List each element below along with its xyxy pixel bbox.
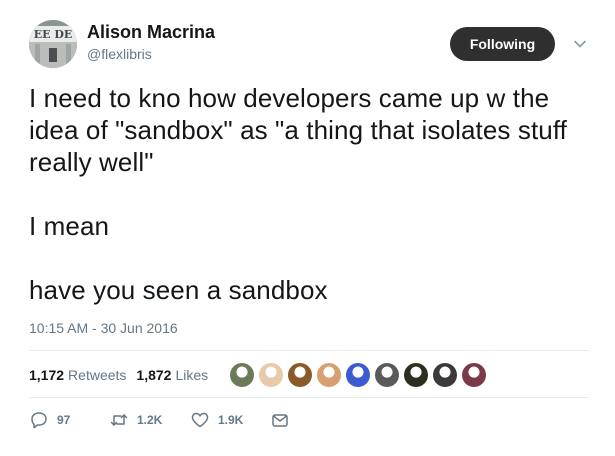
tweet-text: I need to kno how developers came up w t… bbox=[29, 82, 599, 306]
envelope-icon bbox=[272, 414, 288, 427]
caret-down-icon[interactable] bbox=[572, 36, 588, 52]
likes-count: 1,872 bbox=[136, 367, 172, 383]
direct-message-button[interactable] bbox=[270, 410, 290, 430]
heart-icon bbox=[191, 412, 209, 428]
tweet-paragraph: I mean bbox=[29, 211, 110, 241]
tweet-paragraph: have you seen a sandbox bbox=[29, 275, 328, 305]
reply-icon bbox=[31, 412, 47, 429]
avatar[interactable]: EE DE bbox=[29, 20, 77, 68]
likes-label: Likes bbox=[175, 367, 209, 383]
liker-avatar[interactable] bbox=[462, 363, 486, 387]
reply-count: 97 bbox=[57, 413, 71, 427]
tweet-timestamp[interactable]: 10:15 AM - 30 Jun 2016 bbox=[29, 320, 178, 336]
avatar-sign-text: EE DE bbox=[34, 28, 73, 41]
user-handle[interactable]: @flexlibris bbox=[87, 46, 152, 62]
divider bbox=[29, 397, 589, 398]
avatar-image: EE DE bbox=[29, 20, 77, 68]
retweet-button[interactable]: 1.2K bbox=[109, 410, 190, 430]
likes-stat[interactable]: 1,872 Likes bbox=[136, 367, 208, 383]
display-name[interactable]: Alison Macrina bbox=[87, 22, 215, 43]
liker-avatar[interactable] bbox=[346, 363, 370, 387]
liker-avatar[interactable] bbox=[259, 363, 283, 387]
like-count: 1.9K bbox=[218, 413, 244, 427]
liker-avatar[interactable] bbox=[317, 363, 341, 387]
retweets-count: 1,172 bbox=[29, 367, 65, 383]
retweet-count: 1.2K bbox=[137, 413, 163, 427]
retweets-label: Retweets bbox=[68, 367, 127, 383]
tweet-stats: 1,172 Retweets 1,872 Likes bbox=[29, 366, 218, 384]
liker-avatar[interactable] bbox=[288, 363, 312, 387]
like-button[interactable]: 1.9K bbox=[190, 410, 270, 430]
reply-button[interactable]: 97 bbox=[29, 410, 109, 430]
following-button[interactable]: Following bbox=[450, 27, 555, 61]
liker-avatar[interactable] bbox=[404, 363, 428, 387]
liker-avatar[interactable] bbox=[433, 363, 457, 387]
tweet-paragraph: I need to kno how developers came up w t… bbox=[29, 83, 568, 177]
liker-avatar[interactable] bbox=[230, 363, 254, 387]
retweets-stat[interactable]: 1,172 Retweets bbox=[29, 367, 126, 383]
tweet-actions: 97 1.2K 1.9K bbox=[29, 408, 290, 432]
divider bbox=[29, 350, 589, 351]
liker-avatar[interactable] bbox=[375, 363, 399, 387]
liker-avatars bbox=[230, 363, 491, 387]
retweet-icon bbox=[110, 414, 128, 426]
